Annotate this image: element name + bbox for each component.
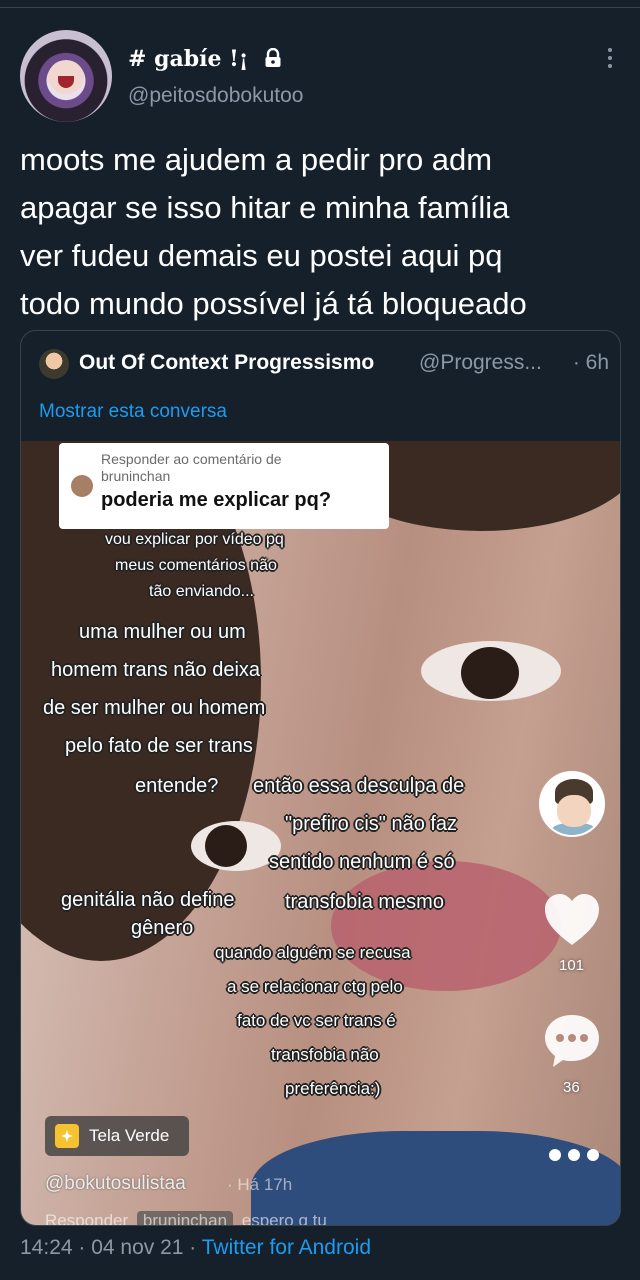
author-avatar[interactable] — [20, 30, 112, 122]
tweet-meta: 14:24 · 04 nov 21 · Twitter for Android — [20, 1236, 371, 1260]
caption: sentido nenhum é só — [269, 851, 455, 873]
sparkle-icon — [55, 1124, 79, 1148]
lips-shape — [331, 861, 561, 991]
quoted-author-name[interactable]: Out Of Context Progressismo — [79, 351, 374, 375]
tweet-text: moots me ajudem a pedir pro adm apagar s… — [20, 136, 620, 328]
tweet-text-line: ver fudeu demais eu postei aqui pq — [20, 238, 503, 273]
reply-label: Responder ao comentário de bruninchan — [101, 451, 351, 485]
caption: homem trans não deixa — [51, 659, 261, 681]
caption: quando alguém se recusa — [215, 943, 411, 962]
tweet-header: # gabíe !¡ @peitosdobokutoo — [20, 30, 620, 126]
tweet-text-line: apagar se isso hitar e minha família — [20, 190, 510, 225]
quoted-tweet[interactable]: Out Of Context Progressismo @Progress...… — [20, 330, 621, 1226]
tiktok-video-screenshot[interactable]: Responder ao comentário de bruninchan po… — [21, 441, 620, 1226]
caption: genitália não define — [61, 889, 235, 911]
tweet-timestamp[interactable]: 14:24 · 04 nov 21 · — [20, 1236, 196, 1259]
caption: transfobia não — [271, 1045, 379, 1064]
like-count: 101 — [559, 957, 585, 974]
tiktok-posted-ago: · Há 17h — [227, 1175, 293, 1194]
comment-icon[interactable] — [543, 1013, 601, 1074]
show-thread-link[interactable]: Mostrar esta conversa — [39, 401, 227, 423]
caption: vou explicar por vídeo pq — [105, 531, 284, 548]
footer-suffix: espero q tu — [241, 1211, 327, 1226]
caption: preferência:) — [285, 1079, 381, 1098]
reply-question: poderia me explicar pq? — [101, 489, 332, 511]
reply-user-avatar — [71, 475, 93, 497]
caption: de ser mulher ou homem — [43, 697, 266, 719]
author-handle[interactable]: @peitosdobokutoo — [128, 84, 303, 108]
author-name-row[interactable]: # gabíe !¡ — [128, 46, 282, 74]
caption: pelo fato de ser trans — [65, 735, 253, 757]
caption: "prefiro cis" não faz — [285, 813, 458, 835]
quoted-author-avatar[interactable] — [39, 349, 69, 379]
quoted-tweet-header: Out Of Context Progressismo @Progress...… — [39, 349, 609, 379]
footer-user: bruninchan — [136, 1211, 234, 1225]
quoted-author-handle[interactable]: @Progress... — [419, 351, 551, 375]
caption: uma mulher ou um — [79, 621, 246, 643]
iris-shape — [205, 825, 247, 867]
footer-prefix: Responder — [45, 1211, 129, 1226]
tiktok-reply-footer: Responder bruninchan espero q tu — [45, 1211, 327, 1226]
caption: entende? — [135, 775, 219, 797]
caption: gênero — [131, 917, 194, 939]
author-name[interactable]: # gabíe !¡ — [128, 46, 248, 72]
effect-label: Tela Verde — [89, 1126, 170, 1145]
lock-icon — [264, 47, 282, 74]
caption: fato de vc ser trans é — [237, 1011, 396, 1030]
tweet-text-line: moots me ajudem a pedir pro adm — [20, 142, 493, 177]
tweet-text-line: todo mundo possível já tá bloqueado — [20, 286, 527, 321]
reply-label-text: Responder ao comentário de — [101, 451, 282, 467]
caption: então essa desculpa de — [253, 775, 465, 797]
caption: meus comentários não — [115, 557, 277, 574]
more-dots-icon[interactable] — [547, 1147, 601, 1168]
caption: tão enviando... — [149, 583, 254, 600]
tiktok-creator-avatar[interactable] — [539, 771, 605, 837]
caption: a se relacionar ctg pelo — [227, 977, 403, 996]
top-divider — [0, 0, 640, 8]
tiktok-username[interactable]: @bokutosulistaa — [45, 1173, 186, 1195]
effect-chip[interactable]: Tela Verde — [45, 1116, 189, 1156]
quoted-tweet-time: · 6h — [572, 351, 609, 374]
more-options-icon[interactable] — [606, 48, 614, 72]
reply-username: bruninchan — [101, 468, 171, 484]
iris-shape — [461, 647, 519, 699]
caption: transfobia mesmo — [285, 891, 444, 913]
tweet-source[interactable]: Twitter for Android — [202, 1236, 371, 1259]
heart-icon[interactable] — [543, 893, 601, 952]
comment-count: 36 — [563, 1079, 580, 1096]
reply-to-comment-box: Responder ao comentário de bruninchan po… — [59, 443, 389, 529]
